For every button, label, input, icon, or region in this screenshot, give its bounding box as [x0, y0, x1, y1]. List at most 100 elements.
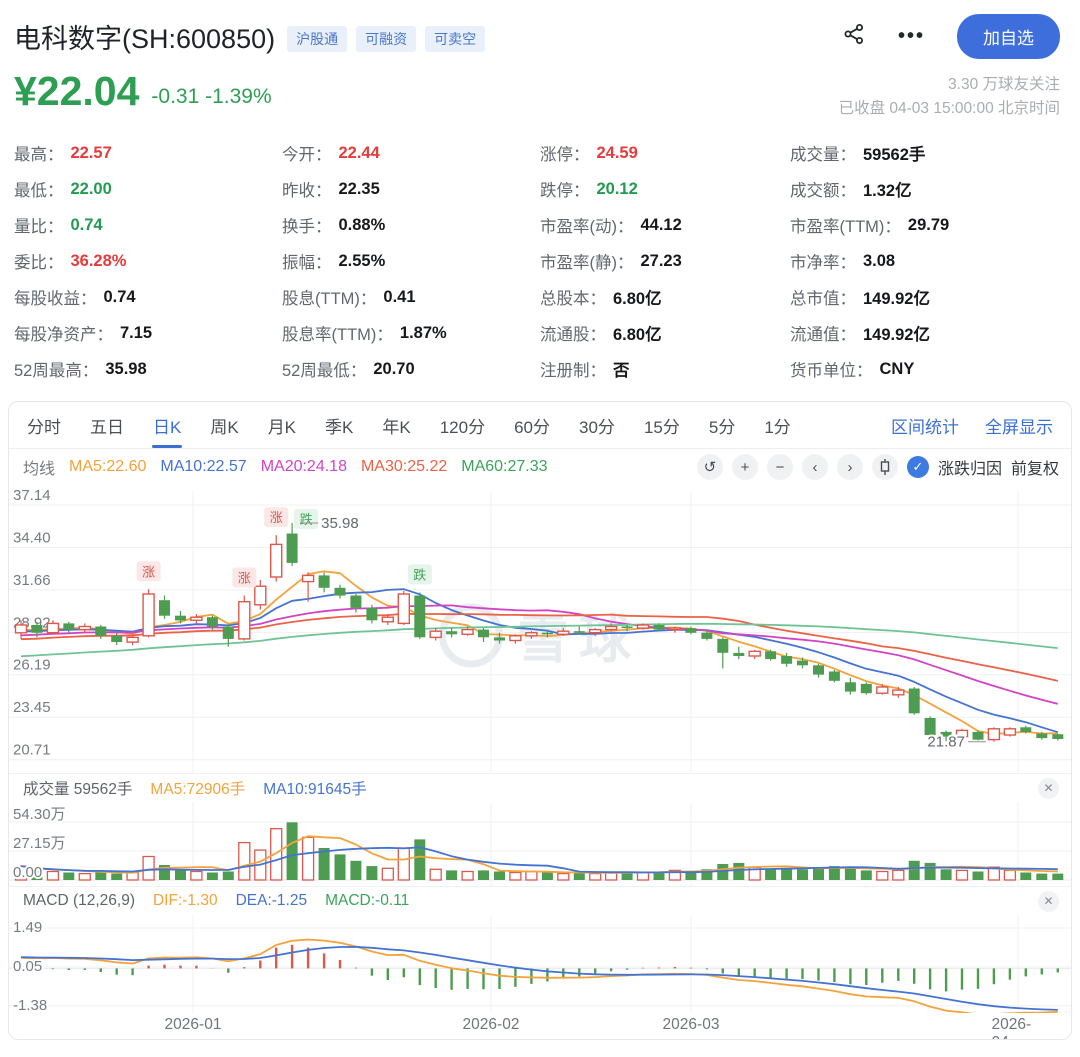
stat-item: 每股净资产：7.15	[14, 315, 282, 351]
stat-item: 成交额： 1.32亿	[790, 171, 1060, 207]
tab-周K[interactable]: 周K	[210, 402, 238, 448]
stat-value: 44.12	[641, 216, 682, 235]
stat-label: 市净率：	[790, 249, 856, 273]
ma-legend-items: MA5:22.60MA10:22.57MA20:24.18MA30:25.22M…	[69, 458, 562, 476]
attribution-check-icon[interactable]: ✓	[907, 456, 929, 478]
stat-value: 1.32亿	[863, 177, 912, 201]
stock-tag: 可卖空	[425, 26, 485, 52]
stat-value: 0.74	[104, 288, 136, 307]
stat-item: 货币单位：CNY	[790, 351, 1060, 387]
tab-季K[interactable]: 季K	[325, 402, 353, 448]
tab-5分[interactable]: 5分	[709, 402, 735, 448]
more-icon[interactable]: •••	[898, 25, 925, 48]
svg-text:涨: 涨	[238, 571, 251, 586]
macd-dif-label: DIF:-1.30	[153, 892, 218, 910]
volume-panel-header: 成交量 59562手 MA5:72906手 MA10:91645手 ✕	[9, 773, 1071, 802]
stat-label: 52周最高：	[14, 357, 98, 381]
stat-label: 流通值：	[790, 321, 856, 345]
svg-text:跌: 跌	[300, 512, 313, 527]
stat-item: 市盈率(TTM)：29.79	[790, 207, 1060, 243]
macd-chart[interactable]: 1.490.05-1.38	[9, 915, 1072, 1013]
chart-x-axis: 2026-012026-022026-032026-04	[9, 1013, 1071, 1039]
stat-value: 22.35	[339, 180, 380, 199]
stat-item: 市盈率(动)：44.12	[540, 207, 790, 243]
market-status: 已收盘 04-03 15:00:00 北京时间	[839, 97, 1060, 121]
prev-icon[interactable]: ‹	[802, 454, 828, 480]
stat-item: 52周最低：20.70	[282, 351, 540, 387]
tab-日K[interactable]: 日K	[153, 402, 181, 448]
stat-item: 量比：0.74	[14, 207, 282, 243]
stat-label: 股息(TTM)：	[282, 285, 376, 309]
zoom-in-icon[interactable]: +	[732, 454, 758, 480]
macd-value-label: MACD:-0.11	[325, 892, 409, 910]
stat-item: 市净率：3.08	[790, 243, 1060, 279]
macd-title: MACD (12,26,9)	[23, 892, 135, 910]
stat-label: 每股净资产：	[14, 321, 113, 345]
svg-text:20.71: 20.71	[13, 742, 51, 759]
stat-label: 成交额：	[790, 177, 856, 201]
volume-chart[interactable]: 54.30万27.15万0.00	[9, 802, 1072, 886]
link-全屏显示[interactable]: 全屏显示	[985, 413, 1053, 438]
link-区间统计[interactable]: 区间统计	[891, 413, 959, 438]
stat-item: 流通值： 149.92亿	[790, 315, 1060, 351]
chart-links: 区间统计 全屏显示	[891, 413, 1053, 438]
svg-text:34.40: 34.40	[13, 530, 51, 547]
ma-legend-item: MA20:24.18	[261, 458, 347, 475]
stat-value: 6.80亿	[613, 321, 662, 345]
tab-分时[interactable]: 分时	[27, 402, 61, 448]
tab-30分[interactable]: 30分	[579, 402, 615, 448]
candle-style-icon[interactable]	[872, 454, 898, 480]
tab-60分[interactable]: 60分	[514, 402, 550, 448]
candlestick-chart[interactable]: 雪球 37.1434.4031.6628.9226.1923.4520.71涨涨…	[9, 485, 1071, 773]
stat-label: 最高：	[14, 141, 64, 165]
stat-value: 149.92亿	[863, 321, 930, 345]
svg-text:涨: 涨	[142, 564, 155, 579]
tab-1分[interactable]: 1分	[764, 402, 790, 448]
tab-月K[interactable]: 月K	[268, 402, 296, 448]
share-icon[interactable]	[842, 22, 866, 51]
macd-close-icon[interactable]: ✕	[1038, 891, 1059, 912]
undo-icon[interactable]: ↺	[697, 454, 723, 480]
stat-label: 成交量：	[790, 141, 856, 165]
tab-15分[interactable]: 15分	[644, 402, 680, 448]
stat-item: 52周最高：35.98	[14, 351, 282, 387]
stat-label: 52周最低：	[282, 357, 366, 381]
stat-label: 货币单位：	[790, 357, 873, 381]
next-icon[interactable]: ›	[837, 454, 863, 480]
x-axis-label: 2026-01	[165, 1016, 222, 1034]
stat-item: 最高：22.57	[14, 135, 282, 171]
volume-title: 成交量 59562手	[23, 777, 132, 799]
stock-tag: 沪股通	[287, 26, 347, 52]
tab-120分[interactable]: 120分	[440, 402, 485, 448]
stat-label: 总市值：	[790, 285, 856, 309]
stat-value: 59562手	[863, 141, 925, 165]
market-info: 3.30 万球友关注 已收盘 04-03 15:00:00 北京时间	[839, 73, 1060, 121]
ma-legend-item: MA5:22.60	[69, 458, 146, 475]
ma-legend-row: 均线 MA5:22.60MA10:22.57MA20:24.18MA30:25.…	[9, 449, 1071, 485]
stat-value: 22.44	[339, 144, 380, 163]
stat-item: 振幅：2.55%	[282, 243, 540, 279]
svg-text:21.87: 21.87	[927, 734, 965, 751]
stat-label: 每股收益：	[14, 285, 97, 309]
adjust-mode-toggle[interactable]: 前复权	[1011, 455, 1059, 479]
volume-close-icon[interactable]: ✕	[1038, 778, 1059, 799]
macd-dea-label: DEA:-1.25	[236, 892, 308, 910]
zoom-out-icon[interactable]: −	[767, 454, 793, 480]
stat-label: 股息率(TTM)：	[282, 321, 393, 345]
price-change: -0.31 -1.39%	[151, 85, 271, 109]
ma-legend-item: MA60:27.33	[461, 458, 547, 475]
tab-五日[interactable]: 五日	[90, 402, 124, 448]
stat-value: 6.80亿	[613, 285, 662, 309]
svg-text:0.05: 0.05	[13, 958, 42, 975]
ma-legend-item: MA10:22.57	[160, 458, 246, 475]
attribution-toggle[interactable]: 涨跌归因	[938, 455, 1002, 479]
stat-item: 今开：22.44	[282, 135, 540, 171]
svg-text:跌: 跌	[413, 567, 426, 582]
ma-legend-prefix: 均线	[23, 455, 55, 479]
stat-value: 36.28%	[71, 252, 127, 271]
stat-value: 27.23	[641, 252, 682, 271]
tab-年K[interactable]: 年K	[382, 402, 410, 448]
svg-text:23.45: 23.45	[13, 699, 51, 716]
add-watchlist-button[interactable]: 加自选	[957, 14, 1060, 59]
stat-value: 2.55%	[339, 252, 386, 271]
